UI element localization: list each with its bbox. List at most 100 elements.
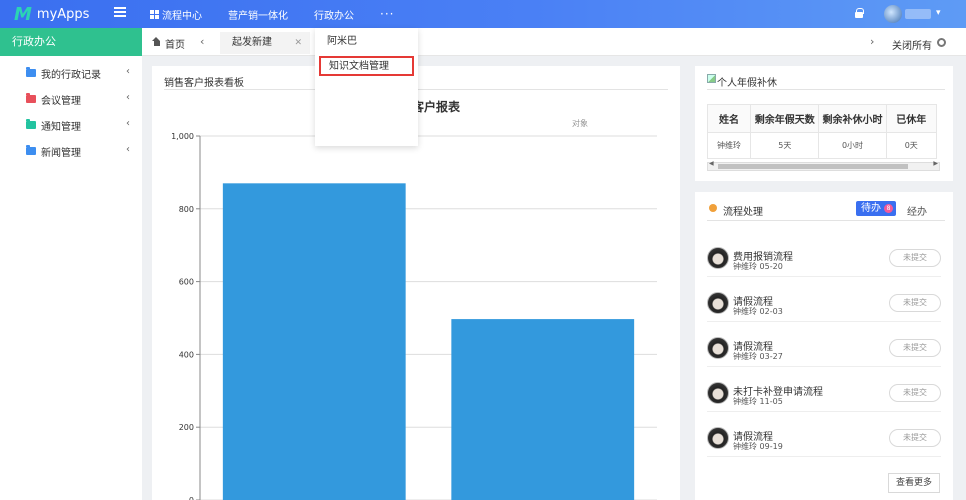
todo-count-badge: 8	[884, 204, 893, 213]
divider	[707, 220, 945, 221]
settings-icon[interactable]	[937, 38, 946, 47]
tab-active[interactable]: 起发新建 ✕	[220, 32, 310, 54]
list-item[interactable]: 请假流程 钟维玲 03-27 未提交	[707, 327, 941, 367]
topnav-label: 行政办公	[314, 10, 354, 22]
folder-icon	[26, 145, 36, 155]
topnav-item-process-center[interactable]: 流程中心	[150, 7, 202, 22]
more-menu-icon[interactable]: ···	[380, 7, 394, 21]
list-item[interactable]: 未打卡补登申请流程 钟维玲 11-05 未提交	[707, 372, 941, 412]
table-cell: 5天	[750, 132, 820, 159]
chevron-left-icon: ‹	[126, 92, 130, 103]
sidebar: 行政办公 我的行政记录 ‹ 会议管理 ‹ 通知管理 ‹ 新闻管理 ‹	[0, 28, 142, 500]
avatar	[707, 247, 729, 269]
app-name: myApps	[36, 6, 90, 22]
flow-meta: 钟维玲 02-03	[733, 307, 783, 316]
y-tick-label: 600	[179, 278, 194, 287]
folder-icon	[26, 119, 36, 129]
sidebar-item-label: 我的行政记录	[41, 69, 101, 81]
avatar	[707, 382, 729, 404]
status-badge[interactable]: 未提交	[889, 384, 941, 402]
topnav-label: 流程中心	[162, 10, 202, 22]
table-cell: 0天	[885, 132, 937, 159]
tab-todo-label: 待办	[861, 203, 881, 214]
table-row: 钟维玲 5天 0小时 0天	[707, 132, 937, 159]
admin-office-dropdown: 阿米巴 知识文档管理	[315, 28, 418, 146]
user-name-redacted[interactable]	[905, 9, 931, 19]
chevron-left-icon: ‹	[126, 66, 130, 77]
sidebar-item-news-management[interactable]: 新闻管理 ‹	[0, 138, 142, 164]
list-item[interactable]: 费用报销流程 钟维玲 05-20 未提交	[707, 237, 941, 277]
clock-icon	[709, 204, 717, 212]
tab-bar: 首页 ‹ 起发新建 ✕ › 关闭所有	[142, 28, 966, 56]
close-icon[interactable]: ✕	[294, 32, 302, 54]
status-badge[interactable]: 未提交	[889, 249, 941, 267]
sidebar-item-meeting-management[interactable]: 会议管理 ‹	[0, 86, 142, 112]
top-bar: M myApps 流程中心 营产销一体化 行政办公 ··· ▾	[0, 0, 966, 28]
avatar	[707, 292, 729, 314]
y-tick-label: 1,000	[171, 132, 194, 141]
tab-scroll-right-icon[interactable]: ›	[870, 35, 874, 48]
tab-home[interactable]: 首页	[152, 36, 185, 51]
folder-icon	[26, 67, 36, 77]
status-badge[interactable]: 未提交	[889, 294, 941, 312]
list-item[interactable]: 请假流程 钟维玲 02-03 未提交	[707, 282, 941, 322]
dropdown-item-amoeba[interactable]: 阿米巴	[315, 30, 418, 54]
scroll-left-icon[interactable]: ◀	[709, 160, 714, 167]
lock-icon[interactable]	[855, 8, 864, 18]
view-more-button[interactable]: 查看更多	[888, 473, 940, 493]
column-header: 剩余补休小时	[818, 104, 887, 133]
top-nav: 流程中心 营产销一体化 行政办公 ···	[150, 0, 420, 28]
avatar	[707, 337, 729, 359]
chevron-left-icon: ‹	[126, 118, 130, 129]
horizontal-scrollbar[interactable]: ◀ ▶	[707, 160, 940, 171]
customer-report-chart: 客户报表对象 0 200 400 600 800 1,000	[171, 99, 657, 500]
sidebar-item-my-admin-records[interactable]: 我的行政记录 ‹	[0, 60, 142, 86]
topnav-label: 营产销一体化	[228, 10, 288, 22]
chart-title: 客户报表	[411, 99, 461, 114]
panel-title: 流程处理	[723, 207, 763, 218]
sidebar-item-notice-management[interactable]: 通知管理 ‹	[0, 112, 142, 138]
user-avatar[interactable]	[884, 5, 902, 23]
bar	[451, 319, 635, 500]
topnav-item-admin-office[interactable]: 行政办公	[314, 7, 354, 22]
scroll-right-icon[interactable]: ▶	[933, 160, 938, 167]
tab-home-label: 首页	[165, 40, 185, 51]
sidebar-item-label: 新闻管理	[41, 147, 81, 159]
menu-toggle-icon[interactable]	[114, 7, 126, 19]
folder-icon	[26, 93, 36, 103]
flow-meta: 钟维玲 05-20	[733, 262, 783, 271]
chart-subtitle: 对象	[572, 118, 588, 128]
y-tick-label: 400	[179, 350, 194, 359]
panel-title: 销售客户报表看板	[164, 78, 244, 89]
home-icon	[152, 36, 161, 48]
table-cell: 钟维玲	[707, 132, 752, 159]
logo-mark: M	[14, 3, 32, 25]
tab-handled[interactable]: 经办	[907, 203, 927, 218]
chevron-down-icon[interactable]: ▾	[936, 8, 941, 18]
bar	[222, 183, 406, 500]
column-header: 已休年	[885, 104, 937, 133]
flow-meta: 钟维玲 03-27	[733, 352, 783, 361]
sidebar-title[interactable]: 行政办公	[0, 28, 142, 56]
status-badge[interactable]: 未提交	[889, 339, 941, 357]
tab-scroll-left-icon[interactable]: ‹	[200, 35, 204, 48]
scrollbar-thumb[interactable]	[718, 164, 908, 169]
image-icon	[707, 74, 716, 83]
y-tick-label: 800	[179, 205, 194, 214]
close-all-button[interactable]: 关闭所有	[892, 37, 932, 52]
app-logo[interactable]: M myApps	[14, 3, 90, 25]
tab-todo[interactable]: 待办 8	[856, 201, 896, 216]
avatar	[707, 427, 729, 449]
flow-meta: 钟维玲 11-05	[733, 397, 783, 406]
list-item[interactable]: 请假流程 钟维玲 09-19 未提交	[707, 417, 941, 457]
topnav-item-production-sales[interactable]: 营产销一体化	[228, 7, 288, 22]
grid-icon	[150, 9, 159, 19]
y-tick-label: 200	[179, 423, 194, 432]
sidebar-item-label: 会议管理	[41, 95, 81, 107]
dropdown-item-knowledge-docs[interactable]: 知识文档管理	[319, 56, 414, 76]
sidebar-item-label: 通知管理	[41, 121, 81, 133]
status-badge[interactable]: 未提交	[889, 429, 941, 447]
tab-active-label: 起发新建	[232, 37, 272, 48]
process-panel: 流程处理 待办 8 经办 费用报销流程 钟维玲 05-20 未提交 请假流程 钟…	[695, 192, 953, 500]
flow-meta: 钟维玲 09-19	[733, 442, 783, 451]
